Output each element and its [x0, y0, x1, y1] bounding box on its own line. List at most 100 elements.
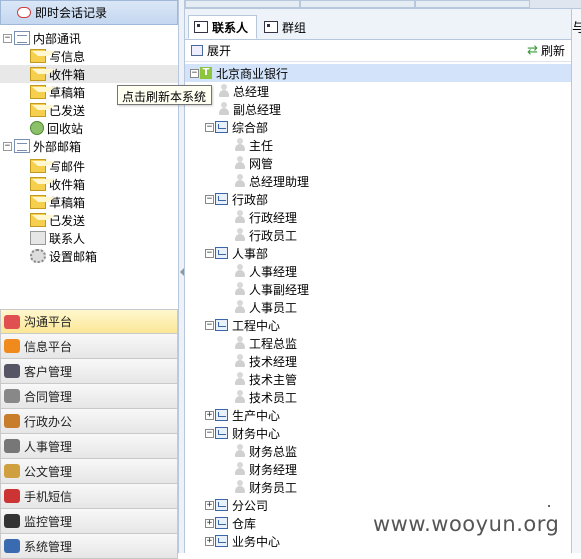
envelope-icon: [30, 67, 55, 81]
nav-item-label: 行政办公: [24, 414, 73, 429]
expand-node-icon[interactable]: +: [205, 500, 214, 510]
org-tree-item[interactable]: 人事员工: [185, 298, 297, 316]
collapse-node-icon[interactable]: −: [205, 194, 214, 204]
collapse-node-icon[interactable]: −: [190, 68, 199, 78]
expand-node-icon[interactable]: +: [205, 410, 214, 420]
mail-tree-item[interactable]: 设置邮箱: [30, 247, 97, 265]
org-tree-item[interactable]: 行政员工: [185, 226, 297, 244]
org-tree-item[interactable]: 总经理助理: [185, 172, 309, 190]
org-tree-item[interactable]: 人事副经理: [185, 280, 309, 298]
department-icon: [215, 247, 228, 259]
org-tree-item[interactable]: + 仓库: [185, 514, 256, 532]
tab-contacts[interactable]: 联系人: [188, 15, 258, 39]
org-tree-label: 财务员工: [249, 480, 298, 495]
org-tree-item[interactable]: 人事经理: [185, 262, 297, 280]
nav-item[interactable]: 客户管理: [0, 359, 178, 384]
nav-item[interactable]: 手机短信: [0, 484, 178, 509]
org-tree-label: 分公司: [232, 498, 269, 513]
org-tree-label: 人事副经理: [249, 282, 310, 297]
nav-item[interactable]: 沟通平台: [0, 309, 178, 334]
mail-tree-item[interactable]: 草稿箱: [30, 193, 85, 211]
top-tab-3[interactable]: [415, 0, 530, 8]
collapse-node-icon[interactable]: −: [205, 248, 214, 258]
org-tree-item[interactable]: + 分公司: [185, 496, 268, 514]
org-tree-label: 主任: [249, 138, 274, 153]
org-tree-item[interactable]: 主任: [185, 136, 273, 154]
org-tree-item[interactable]: − T 北京商业银行: [185, 64, 571, 82]
mail-tree-item[interactable]: 写邮件: [30, 157, 85, 175]
org-tree-item[interactable]: − 工程中心: [185, 316, 280, 334]
nav-item[interactable]: 信息平台: [0, 334, 178, 359]
mail-tree-item[interactable]: − 外部邮箱: [3, 137, 81, 155]
mail-tree-item[interactable]: 已发送: [30, 101, 85, 119]
person-icon: [234, 480, 246, 494]
org-tree-item[interactable]: − 行政部: [185, 190, 268, 208]
im-history-header[interactable]: 即时会话记录: [0, 0, 178, 25]
collapse-icon[interactable]: −: [3, 33, 12, 43]
watermark: www.wooyun.org: [373, 512, 560, 536]
mail-tree-item[interactable]: 联系人: [30, 229, 85, 247]
mail-tree-item[interactable]: 回收站: [30, 119, 83, 137]
org-tree-item[interactable]: − 人事部: [185, 244, 268, 262]
expand-node-icon[interactable]: +: [205, 536, 214, 546]
mail-tree-item[interactable]: 收件箱: [0, 65, 178, 83]
collapse-node-icon[interactable]: −: [205, 122, 214, 132]
org-tree-label: 行政员工: [249, 228, 298, 243]
nav-item[interactable]: 人事管理: [0, 434, 178, 459]
person-icon: [234, 210, 246, 224]
collapse-icon[interactable]: −: [3, 141, 12, 151]
org-tree-label: 生产中心: [232, 408, 281, 423]
top-tab-2[interactable]: [300, 0, 415, 8]
envelope-icon: [30, 103, 55, 117]
tab-groups[interactable]: 群组: [259, 15, 314, 39]
org-tree-item[interactable]: − 财务中心: [185, 424, 280, 442]
org-tree-label: 财务总监: [249, 444, 298, 459]
contacts-toolbar: 展开 ⇄ 刷新: [185, 40, 571, 62]
nav-item[interactable]: 监控管理: [0, 509, 178, 534]
mail-tree-item[interactable]: 草稿箱: [30, 83, 85, 101]
rss-icon: [4, 339, 20, 353]
org-tree-item[interactable]: 行政经理: [185, 208, 297, 226]
nav-item[interactable]: 系统管理: [0, 534, 178, 559]
org-tree-item[interactable]: 财务总监: [185, 442, 297, 460]
nav-item[interactable]: 行政办公: [0, 409, 178, 434]
org-tree-item[interactable]: 工程总监: [185, 334, 297, 352]
left-panel: 即时会话记录 − 内部通讯 写信息 收件箱 草稿箱 已发送 回收站 − 外部邮箱 写邮件 收件箱 草稿…: [0, 0, 179, 559]
org-tree-item[interactable]: 财务经理: [185, 460, 297, 478]
org-tree-item[interactable]: 技术经理: [185, 352, 297, 370]
org-tree-item[interactable]: − 综合部: [185, 118, 268, 136]
org-tree-label: 综合部: [232, 120, 269, 135]
org-tree-item[interactable]: + 生产中心: [185, 406, 280, 424]
contacts-icon: [194, 21, 208, 33]
org-tree-item[interactable]: 财务员工: [185, 478, 297, 496]
collapse-node-icon[interactable]: −: [205, 320, 214, 330]
person-icon: [234, 174, 246, 188]
envelope-icon: [30, 159, 55, 173]
org-tree-item[interactable]: + 业务中心: [185, 532, 280, 550]
top-tab-1[interactable]: [185, 0, 300, 8]
binoculars-icon: [4, 514, 20, 528]
expand-node-icon[interactable]: +: [205, 518, 214, 528]
mail-tree-item[interactable]: 收件箱: [30, 175, 85, 193]
expand-button[interactable]: 展开: [207, 42, 231, 59]
top-tab-strip: [185, 0, 581, 9]
person-icon: [234, 390, 246, 404]
nav-item[interactable]: 公文管理: [0, 459, 178, 484]
org-tree-label: 工程中心: [232, 318, 281, 333]
org-tree-item[interactable]: 技术主管: [185, 370, 297, 388]
contract-icon: [4, 389, 20, 403]
mail-tree-item[interactable]: − 内部通讯: [3, 29, 81, 47]
org-tree-label: 人事部: [232, 246, 269, 261]
person-icon: [234, 372, 246, 386]
collapse-node-icon[interactable]: −: [205, 428, 214, 438]
envelope-icon: [30, 195, 55, 209]
collapse-arrow-icon[interactable]: [180, 268, 184, 276]
nav-item-label: 系统管理: [24, 539, 73, 554]
mail-tree-item[interactable]: 写信息: [30, 47, 85, 65]
refresh-button[interactable]: 刷新: [541, 42, 565, 59]
nav-item[interactable]: 合同管理: [0, 384, 178, 409]
mail-tree-item[interactable]: 已发送: [30, 211, 85, 229]
org-tree-item[interactable]: 网管: [185, 154, 273, 172]
department-icon: [215, 427, 228, 439]
org-tree-item[interactable]: 技术员工: [185, 388, 297, 406]
